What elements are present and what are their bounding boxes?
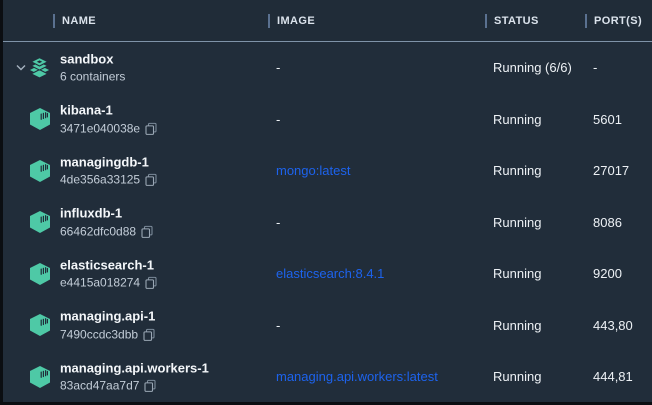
container-id: 4de356a33125 bbox=[60, 172, 140, 187]
name-cell: elasticsearch-1 e4415a018274 bbox=[60, 257, 157, 290]
status-cell: Running bbox=[493, 145, 541, 197]
copy-icon[interactable] bbox=[144, 379, 156, 392]
container-name[interactable]: influxdb-1 bbox=[60, 206, 153, 222]
ports-cell: 443,80 bbox=[593, 300, 633, 352]
container-id: 83acd47aa7d7 bbox=[60, 378, 139, 393]
status-cell: Running bbox=[493, 300, 541, 352]
ports-cell: 9200 bbox=[593, 248, 622, 300]
column-separator bbox=[53, 14, 55, 28]
image-cell[interactable]: managing.api.workers:latest bbox=[276, 351, 438, 403]
container-icon bbox=[28, 159, 51, 182]
image-cell[interactable]: mongo:latest bbox=[276, 145, 350, 197]
column-separator bbox=[268, 14, 270, 28]
container-icon bbox=[28, 211, 51, 234]
container-row[interactable]: kibana-1 3471e040038e - Running 5601 bbox=[3, 94, 652, 146]
column-header-ports[interactable]: PORT(S) bbox=[585, 0, 642, 41]
container-name[interactable]: managing.api.workers-1 bbox=[60, 360, 209, 376]
table-header: NAME IMAGE STATUS PORT(S) bbox=[3, 0, 652, 42]
status-cell: Running bbox=[493, 197, 541, 249]
layers-icon bbox=[28, 56, 51, 79]
container-name[interactable]: managing.api-1 bbox=[60, 309, 155, 325]
name-cell: managing.api-1 7490ccdc3dbb bbox=[60, 309, 155, 342]
container-row[interactable]: elasticsearch-1 e4415a018274 elasticsear… bbox=[3, 248, 652, 300]
container-name[interactable]: sandbox bbox=[60, 51, 125, 67]
container-id: 6 containers bbox=[60, 69, 125, 84]
ports-cell: 5601 bbox=[593, 94, 622, 146]
container-row[interactable]: managing.api-1 7490ccdc3dbb - Running 44… bbox=[3, 300, 652, 352]
container-row[interactable]: managing.api.workers-1 83acd47aa7d7 mana… bbox=[3, 351, 652, 403]
containers-table: NAME IMAGE STATUS PORT(S) bbox=[0, 0, 652, 405]
image-cell[interactable]: elasticsearch:8.4.1 bbox=[276, 248, 384, 300]
image-cell[interactable]: - bbox=[276, 300, 280, 352]
name-cell: sandbox 6 containers bbox=[60, 51, 125, 84]
name-cell: kibana-1 3471e040038e bbox=[60, 103, 157, 136]
ports-cell: 444,81 bbox=[593, 351, 633, 403]
image-cell[interactable]: - bbox=[276, 42, 280, 94]
container-name[interactable]: elasticsearch-1 bbox=[60, 257, 157, 273]
copy-icon[interactable] bbox=[141, 225, 153, 238]
ports-cell: 8086 bbox=[593, 197, 622, 249]
container-row[interactable]: managingdb-1 4de356a33125 mongo:latest R… bbox=[3, 145, 652, 197]
name-cell: managingdb-1 4de356a33125 bbox=[60, 154, 157, 187]
container-id: 66462dfc0d88 bbox=[60, 224, 136, 239]
container-name[interactable]: managingdb-1 bbox=[60, 154, 157, 170]
table-body: sandbox 6 containers - Running (6/6) - bbox=[3, 42, 652, 403]
status-cell: Running bbox=[493, 248, 541, 300]
status-cell: Running (6/6) bbox=[493, 42, 572, 94]
copy-icon[interactable] bbox=[145, 122, 157, 135]
column-header-label: STATUS bbox=[494, 15, 539, 27]
name-cell: managing.api.workers-1 83acd47aa7d7 bbox=[60, 360, 209, 393]
container-icon bbox=[28, 365, 51, 388]
chevron-down-icon[interactable] bbox=[15, 62, 27, 74]
container-id: 7490ccdc3dbb bbox=[60, 327, 138, 342]
container-icon bbox=[28, 314, 51, 337]
container-name[interactable]: kibana-1 bbox=[60, 103, 157, 119]
column-separator bbox=[585, 14, 587, 28]
image-cell[interactable]: - bbox=[276, 197, 280, 249]
container-row[interactable]: influxdb-1 66462dfc0d88 - Running 8086 bbox=[3, 197, 652, 249]
group-row[interactable]: sandbox 6 containers - Running (6/6) - bbox=[3, 42, 652, 94]
copy-icon[interactable] bbox=[145, 276, 157, 289]
column-header-label: NAME bbox=[62, 15, 96, 27]
name-cell: influxdb-1 66462dfc0d88 bbox=[60, 206, 153, 239]
ports-cell: 27017 bbox=[593, 145, 629, 197]
column-separator bbox=[485, 14, 487, 28]
column-header-label: IMAGE bbox=[277, 15, 315, 27]
container-icon bbox=[28, 262, 51, 285]
column-header-label: PORT(S) bbox=[594, 15, 642, 27]
container-icon bbox=[28, 108, 51, 131]
container-id: 3471e040038e bbox=[60, 121, 140, 136]
status-cell: Running bbox=[493, 94, 541, 146]
copy-icon[interactable] bbox=[143, 328, 155, 341]
column-header-name[interactable]: NAME bbox=[53, 0, 96, 41]
status-cell: Running bbox=[493, 351, 541, 403]
copy-icon[interactable] bbox=[145, 173, 157, 186]
ports-cell: - bbox=[593, 42, 597, 94]
column-header-status[interactable]: STATUS bbox=[485, 0, 539, 41]
column-header-image[interactable]: IMAGE bbox=[268, 0, 315, 41]
image-cell[interactable]: - bbox=[276, 94, 280, 146]
container-id: e4415a018274 bbox=[60, 275, 140, 290]
